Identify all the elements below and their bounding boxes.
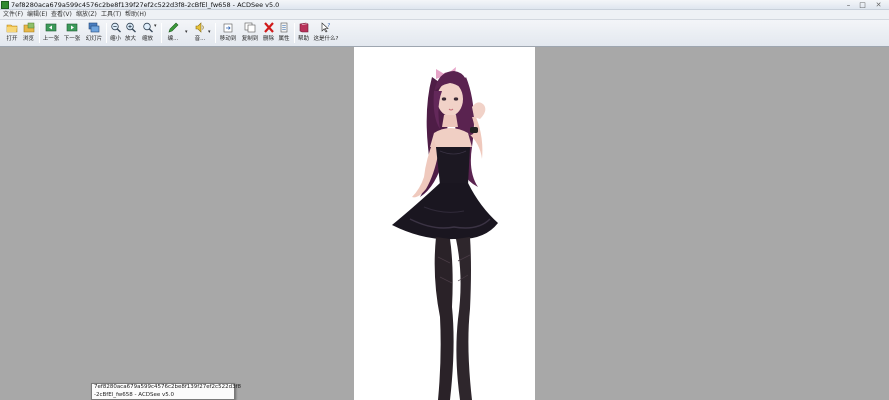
- properties-button[interactable]: 属性: [276, 22, 292, 45]
- delete-button[interactable]: 删除: [261, 22, 276, 45]
- zoom-in-icon: [125, 22, 136, 33]
- title-bar[interactable]: 7ef8280aca679a599c4576c2be8f139f27ef2c52…: [0, 0, 889, 10]
- window-title: 7ef8280aca679a599c4576c2be8f139f27ef2c52…: [11, 1, 280, 9]
- toolbar: 打开 浏览 上一张 下一张 幻灯片 缩小 放大 缩放 ▾ 编... ▾ 音...…: [0, 20, 889, 47]
- zoom-out-icon: [110, 22, 121, 33]
- toolbar-separator: [39, 23, 40, 43]
- next-image-button[interactable]: 下一张: [62, 22, 82, 45]
- edit-button[interactable]: 编...: [164, 22, 182, 45]
- acdsee-window: 7ef8280aca679a599c4576c2be8f139f27ef2c52…: [0, 0, 889, 400]
- move-to-icon: [223, 23, 233, 33]
- zoom-out-button[interactable]: 缩小: [108, 22, 123, 45]
- tooltip-line-1: 7ef8280aca679a599c4576c2be8f139f27ef2c52…: [94, 384, 242, 390]
- zoom-in-button[interactable]: 放大: [123, 22, 138, 45]
- tooltip-line-2: -2cBfEl_fw658 - ACDSee v5.0: [94, 391, 175, 398]
- minimize-button[interactable]: –: [842, 1, 855, 9]
- menu-edit[interactable]: 编辑(E): [27, 10, 47, 20]
- image-viewer-area[interactable]: [0, 47, 889, 400]
- open-folder-icon: [6, 24, 18, 33]
- edit-dropdown-arrow[interactable]: ▾: [185, 29, 188, 35]
- help-book-icon: [299, 22, 308, 33]
- properties-icon: [280, 22, 288, 33]
- copy-to-button[interactable]: 复制到: [240, 22, 260, 45]
- slideshow-icon: [88, 22, 100, 33]
- toolbar-separator: [106, 23, 107, 43]
- previous-image-button[interactable]: 上一张: [41, 22, 61, 45]
- whats-this-button[interactable]: ? 这是什么?: [312, 22, 340, 45]
- toolbar-separator: [161, 23, 162, 43]
- acdsee-app-icon[interactable]: [1, 1, 9, 9]
- edit-icon: [168, 22, 179, 33]
- open-button[interactable]: 打开: [4, 22, 20, 45]
- browse-icon: [23, 22, 34, 33]
- previous-image-icon: [45, 23, 57, 32]
- delete-icon: [263, 22, 274, 33]
- displayed-image[interactable]: [354, 47, 535, 400]
- menu-zoom[interactable]: 缩放(Z): [76, 10, 97, 20]
- help-button[interactable]: 帮助: [296, 22, 311, 45]
- audio-dropdown-arrow[interactable]: ▾: [208, 29, 211, 35]
- slideshow-button[interactable]: 幻灯片: [84, 22, 104, 45]
- character-illustration: [392, 67, 498, 400]
- menu-help[interactable]: 帮助(H): [125, 10, 146, 20]
- next-image-icon: [66, 23, 78, 32]
- title-tooltip: 7ef8280aca679a599c4576c2be8f139f27ef2c52…: [91, 383, 242, 400]
- audio-icon: [195, 22, 204, 33]
- menu-view[interactable]: 查看(V): [51, 10, 72, 20]
- maximize-button[interactable]: □: [856, 1, 869, 9]
- close-button[interactable]: ✕: [870, 1, 887, 9]
- zoom-dropdown-arrow[interactable]: ▾: [154, 23, 157, 29]
- audio-button[interactable]: 音...: [191, 22, 209, 45]
- menu-file[interactable]: 文件(F): [3, 10, 23, 20]
- copy-to-icon: [244, 22, 256, 33]
- menu-tools[interactable]: 工具(T): [101, 10, 121, 20]
- whats-this-icon: ?: [321, 22, 331, 33]
- move-to-button[interactable]: 移动到: [218, 22, 238, 45]
- toolbar-separator: [215, 23, 216, 43]
- toolbar-separator: [294, 23, 295, 43]
- browse-button[interactable]: 浏览: [20, 22, 37, 45]
- svg-text:?: ?: [328, 23, 331, 29]
- menu-bar: 文件(F) 编辑(E) 查看(V) 缩放(Z) 工具(T) 帮助(H): [0, 10, 889, 20]
- zoom-icon: [142, 22, 153, 33]
